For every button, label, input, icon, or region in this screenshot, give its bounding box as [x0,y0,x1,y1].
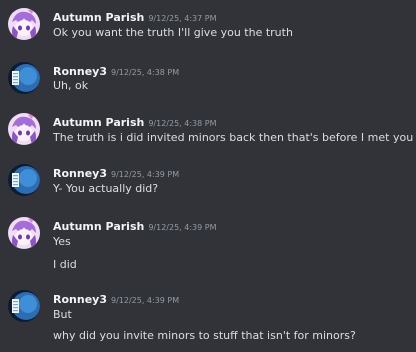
username[interactable]: Ronney3 [53,293,107,306]
chat-log: Autumn Parish 9/12/25, 4:37 PM Ok you wan… [0,0,416,352]
username[interactable]: Ronney3 [53,167,107,180]
username[interactable]: Autumn Parish [53,116,144,129]
timestamp[interactable]: 9/12/25, 4:38 PM [111,68,179,77]
message-text: Y- You actually did? [53,182,159,195]
anime-girl-avatar-icon[interactable] [8,217,40,249]
message-text: Ok you want the truth I'll give you the … [53,26,293,39]
message-text: Yes [53,235,71,248]
username[interactable]: Ronney3 [53,65,107,78]
message-text: I did [53,258,77,271]
anime-girl-avatar-icon[interactable] [8,8,40,40]
message-text: why did you invite minors to stuff that … [53,329,356,342]
anime-girl-avatar-icon[interactable] [8,113,40,145]
message-text: Uh, ok [53,79,89,92]
blue-sphere-avatar-icon[interactable] [8,62,40,94]
message-header: Ronney3 9/12/25, 4:39 PM [53,290,179,309]
username[interactable]: Autumn Parish [53,220,144,233]
message-text: But [53,308,72,321]
timestamp[interactable]: 9/12/25, 4:39 PM [111,296,179,305]
blue-sphere-avatar-icon[interactable] [8,290,40,322]
timestamp[interactable]: 9/12/25, 4:39 PM [111,170,179,179]
timestamp[interactable]: 9/12/25, 4:38 PM [148,119,216,128]
timestamp[interactable]: 9/12/25, 4:39 PM [148,223,216,232]
timestamp[interactable]: 9/12/25, 4:37 PM [148,14,216,23]
blue-sphere-avatar-icon[interactable] [8,164,40,196]
username[interactable]: Autumn Parish [53,11,144,24]
message-text: The truth is i did invited minors back t… [53,131,414,144]
message-header: Autumn Parish 9/12/25, 4:39 PM [53,217,217,236]
